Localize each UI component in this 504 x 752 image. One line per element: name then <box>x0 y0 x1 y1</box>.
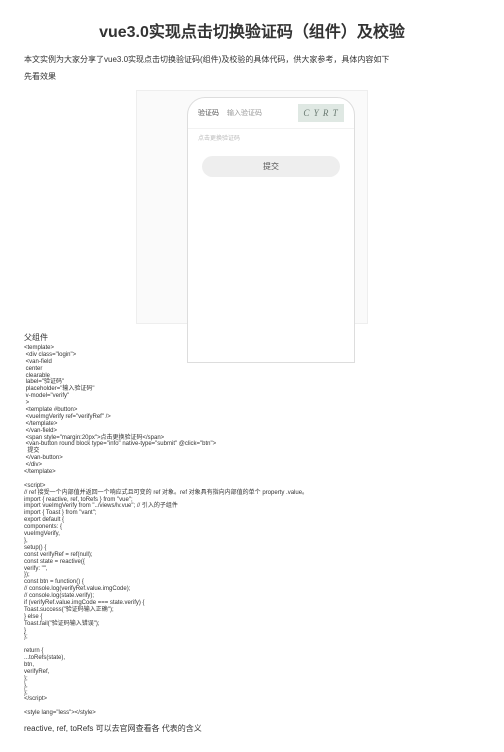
field-placeholder[interactable]: 输入验证码 <box>227 108 262 118</box>
page-title: vue3.0实现点击切换验证码（组件）及校验 <box>24 18 480 42</box>
code-block: <template> <div class="login"> <van-fiel… <box>24 345 480 717</box>
sub-heading: 先看效果 <box>24 71 480 82</box>
submit-button[interactable]: 提交 <box>202 156 340 177</box>
note-text: reactive, ref, toRefs 可以去官网查看各 代表的含义 <box>24 723 480 734</box>
phone-frame: 验证码 输入验证码 C Y R T 点击更换验证码 提交 <box>187 97 355 363</box>
field-label: 验证码 <box>198 108 219 118</box>
captcha-row: 验证码 输入验证码 C Y R T <box>188 98 354 129</box>
switch-text[interactable]: 点击更换验证码 <box>188 129 354 146</box>
intro-text: 本文实例为大家分享了vue3.0实现点击切换验证码(组件)及校验的具体代码，供大… <box>24 54 480 65</box>
screenshot: 验证码 输入验证码 C Y R T 点击更换验证码 提交 <box>136 90 368 324</box>
captcha-image[interactable]: C Y R T <box>298 104 344 122</box>
